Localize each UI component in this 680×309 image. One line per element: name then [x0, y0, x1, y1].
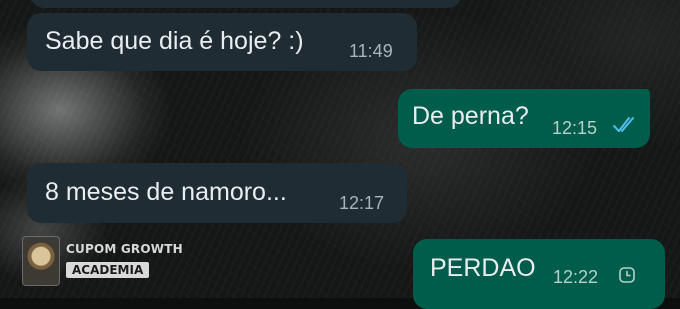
watermark-title: CUPOM GROWTH: [66, 242, 183, 256]
message-bubble-outgoing[interactable]: De perna? 12:15: [398, 89, 650, 148]
clock-pending-icon: [618, 266, 636, 289]
message-bubble-incoming[interactable]: Sabe que dia é hoje? :) 11:49: [27, 13, 417, 71]
message-bubble-partial[interactable]: [30, 0, 462, 8]
message-time: 12:22: [553, 267, 599, 287]
message-text: 8 meses de namoro...: [45, 178, 287, 206]
message-time: 11:49: [349, 41, 393, 61]
message-text: PERDAO: [430, 254, 536, 282]
message-text: Sabe que dia é hoje? :): [45, 27, 304, 55]
watermark-subtitle: ACADEMIA: [66, 262, 150, 278]
message-time: 12:17: [339, 193, 385, 213]
message-bubble-outgoing[interactable]: PERDAO 12:22: [413, 239, 665, 309]
avatar: [22, 236, 60, 286]
message-text: De perna?: [412, 102, 529, 130]
watermark-logo: CUPOM GROWTH ACADEMIA: [22, 236, 183, 288]
message-time: 12:15: [552, 118, 598, 138]
double-check-read-icon: [613, 115, 639, 140]
message-bubble-incoming[interactable]: 8 meses de namoro... 12:17: [27, 163, 407, 223]
